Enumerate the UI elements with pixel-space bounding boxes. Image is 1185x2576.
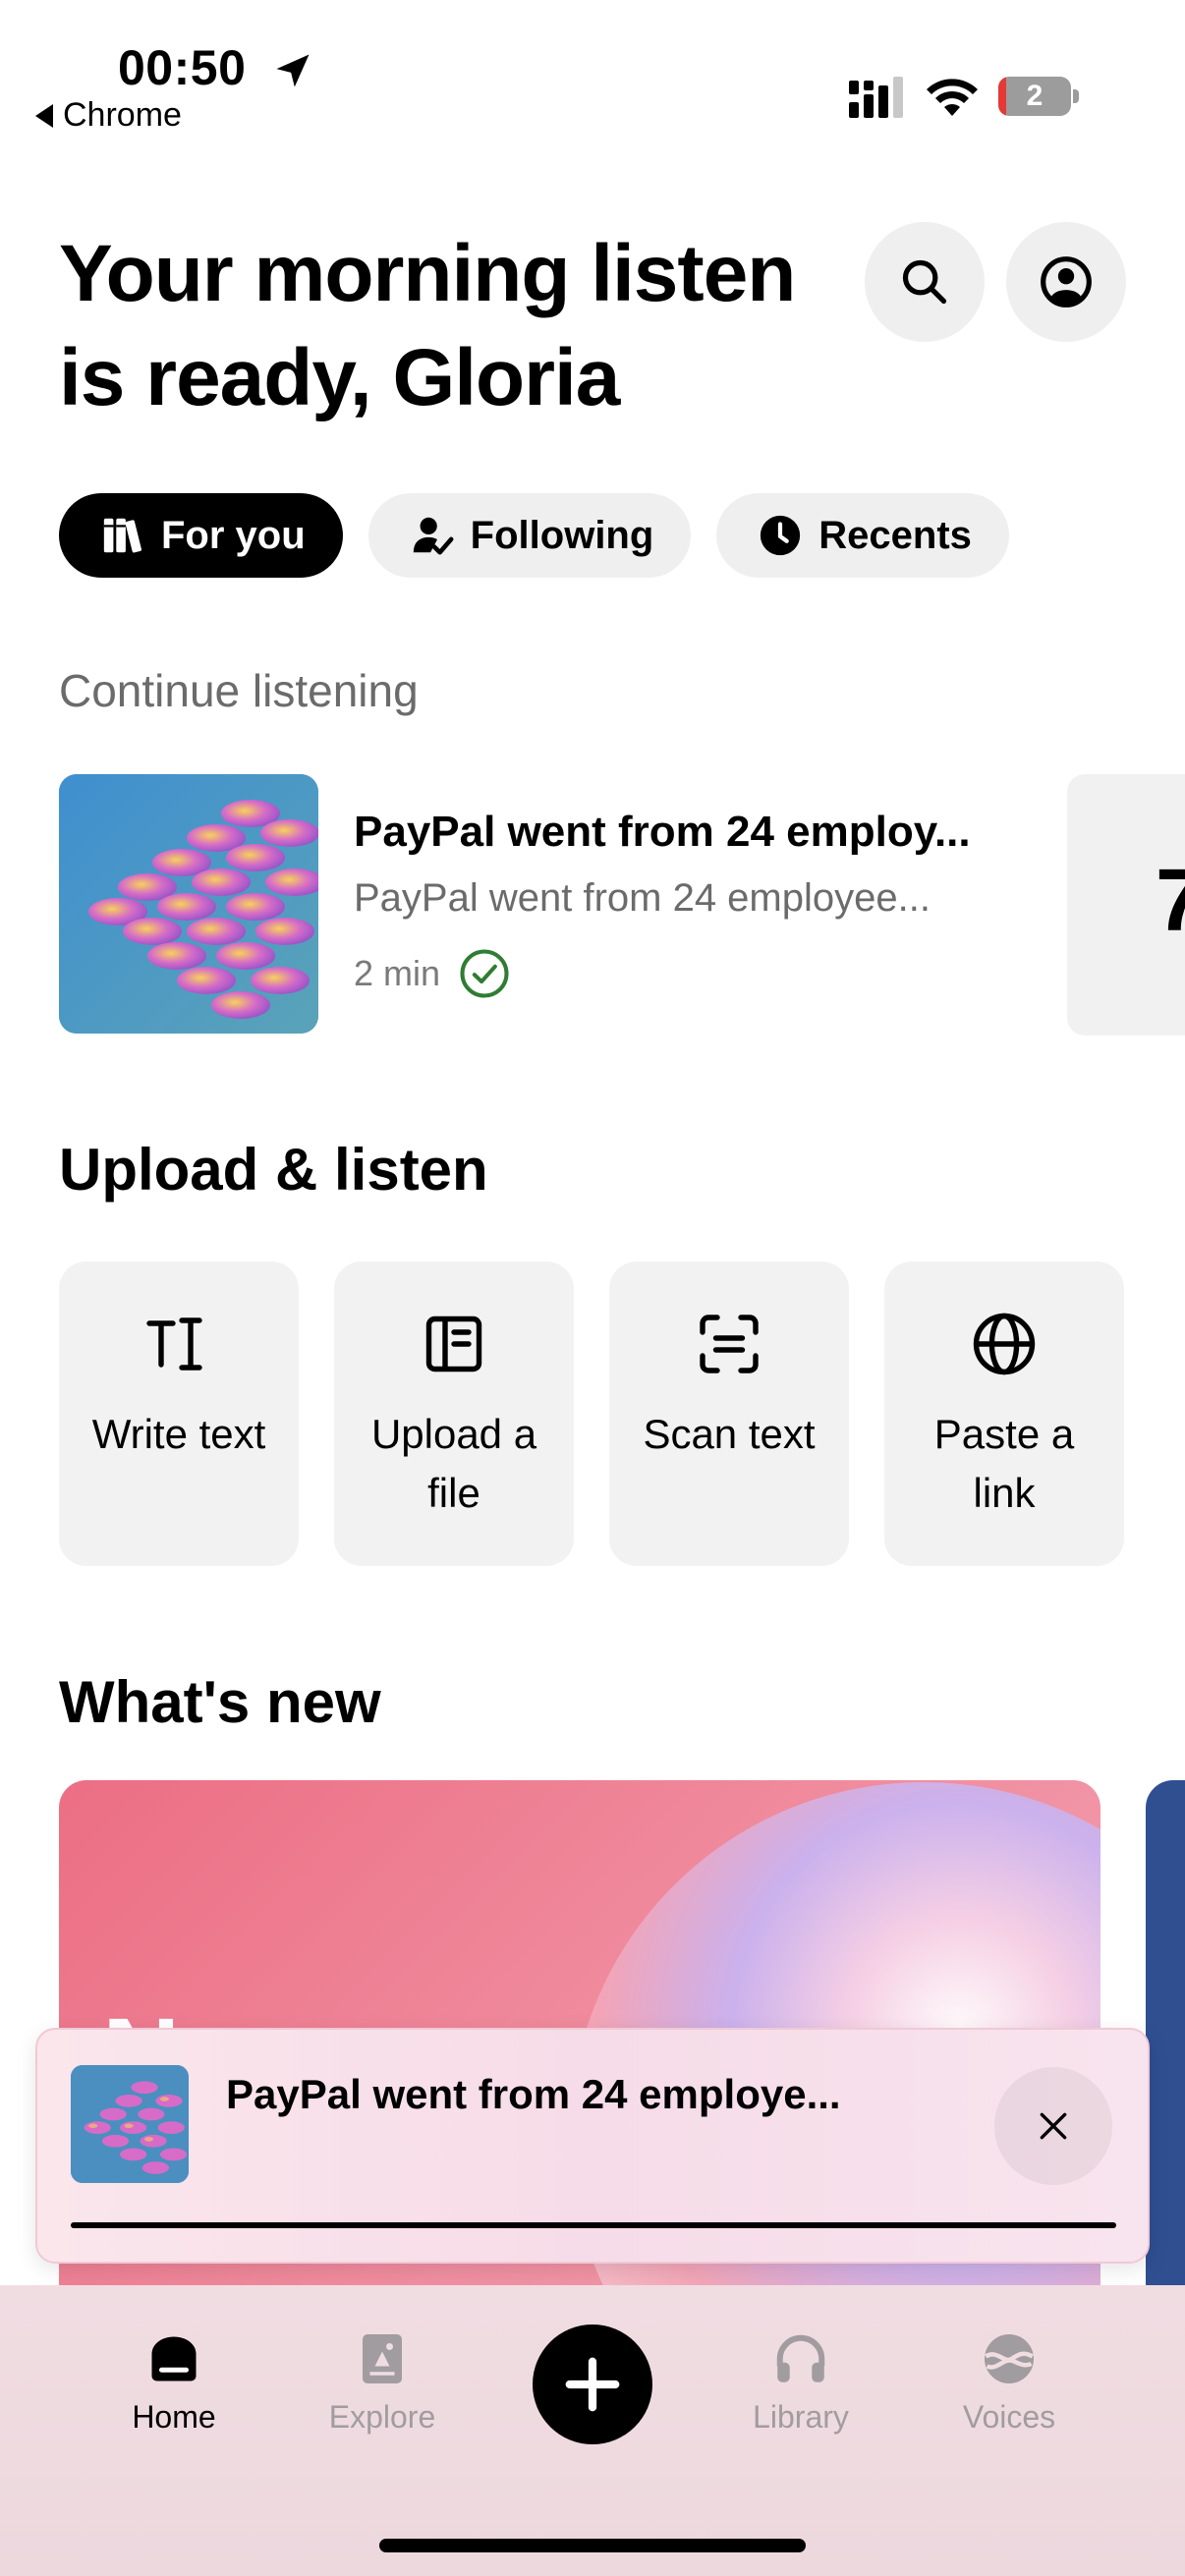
mini-player[interactable]: PayPal went from 24 employe...	[35, 2028, 1150, 2264]
tab-voices[interactable]: Voices	[926, 2324, 1093, 2436]
location-arrow-icon	[276, 54, 310, 87]
filter-for-you[interactable]: For you	[59, 493, 343, 578]
add-icon	[565, 2357, 620, 2412]
tab-label: Voices	[962, 2399, 1056, 2435]
upload-heading: Upload & listen	[59, 1137, 488, 1203]
globe-icon	[973, 1313, 1036, 1375]
filter-following[interactable]: Following	[367, 493, 692, 578]
mini-player-progress	[71, 2222, 1116, 2228]
continue-item-duration: 2 min	[354, 953, 441, 993]
mini-player-close-button[interactable]	[994, 2067, 1112, 2185]
cellular-signal-icon	[849, 77, 903, 118]
filter-pills: For you Following Recents	[59, 493, 1009, 578]
battery-icon: 2	[998, 77, 1079, 116]
article-thumbnail	[59, 774, 318, 1034]
clock-icon	[761, 515, 801, 556]
upload-file-button[interactable]: Upload a file	[334, 1261, 574, 1566]
home-icon	[151, 2336, 197, 2381]
mini-player-thumbnail	[71, 2065, 189, 2183]
books-icon	[103, 518, 141, 553]
text-cursor-icon	[146, 1317, 202, 1371]
search-icon	[902, 259, 947, 305]
bottom-tab-bar: Home Explore Library Voices	[0, 2285, 1185, 2576]
status-bar: 00:50 Chrome 2	[0, 0, 1185, 147]
person-check-icon	[413, 517, 454, 555]
continue-listening-next-card[interactable]: 7	[1067, 774, 1185, 1036]
back-to-chrome-link[interactable]: Chrome	[35, 96, 182, 135]
mini-player-title: PayPal went from 24 employe...	[226, 2071, 841, 2117]
upload-tile-label: Upload a file	[370, 1411, 537, 1516]
filter-label: For you	[161, 513, 306, 557]
scan-icon	[700, 1315, 759, 1373]
fish-artwork-image	[59, 774, 318, 1034]
document-icon	[425, 1316, 482, 1372]
search-button[interactable]	[865, 222, 985, 342]
explore-icon	[363, 2334, 402, 2383]
filter-label: Following	[470, 513, 654, 557]
upload-tile-label: Scan text	[643, 1411, 816, 1457]
upload-tile-label: Paste a link	[933, 1411, 1075, 1516]
filter-label: Recents	[818, 513, 972, 557]
back-triangle-icon	[35, 103, 53, 128]
battery-level: 2	[1026, 80, 1044, 112]
check-circle-icon	[460, 949, 509, 998]
continue-item-subtitle: PayPal went from 24 employee...	[354, 876, 931, 920]
tab-home[interactable]: Home	[90, 2324, 257, 2436]
paste-link-button[interactable]: Paste a link	[884, 1261, 1124, 1566]
tab-label: Library	[753, 2399, 849, 2435]
tab-label: Home	[132, 2399, 216, 2435]
whats-new-next-card[interactable]	[1146, 1780, 1185, 2311]
upload-tile-label: Write text	[91, 1411, 266, 1457]
fish-artwork-image	[71, 2065, 189, 2183]
tab-label: Explore	[328, 2399, 436, 2435]
page-title: Your morning listen is ready, Gloria	[59, 229, 796, 422]
continue-item-meta: 2 min	[354, 947, 511, 1000]
status-time: 00:50	[118, 40, 247, 95]
profile-icon	[1041, 256, 1092, 308]
write-text-button[interactable]: Write text	[59, 1261, 299, 1566]
filter-recents[interactable]: Recents	[716, 493, 1009, 578]
profile-button[interactable]	[1006, 222, 1126, 342]
headphones-icon	[776, 2334, 825, 2382]
scan-text-button[interactable]: Scan text	[609, 1261, 849, 1566]
continue-listening-card[interactable]: PayPal went from 24 employ... PayPal wen…	[59, 774, 1042, 1036]
home-indicator	[379, 2539, 806, 2552]
add-button[interactable]	[533, 2324, 652, 2444]
tab-library[interactable]: Library	[717, 2324, 884, 2436]
upload-options: Write text Upload a file Scan text Paste…	[59, 1261, 1124, 1566]
continue-listening-heading: Continue listening	[59, 665, 419, 716]
continue-item-title: PayPal went from 24 employ...	[354, 808, 971, 856]
wifi-icon	[927, 79, 978, 116]
back-app-label: Chrome	[63, 96, 182, 134]
next-card-glyph: 7	[1156, 852, 1185, 950]
voices-icon	[985, 2334, 1034, 2383]
tab-explore[interactable]: Explore	[299, 2324, 466, 2436]
whats-new-heading: What's new	[59, 1669, 381, 1735]
mini-player-progress-fill	[71, 2222, 1116, 2228]
close-icon	[1040, 2112, 1067, 2140]
